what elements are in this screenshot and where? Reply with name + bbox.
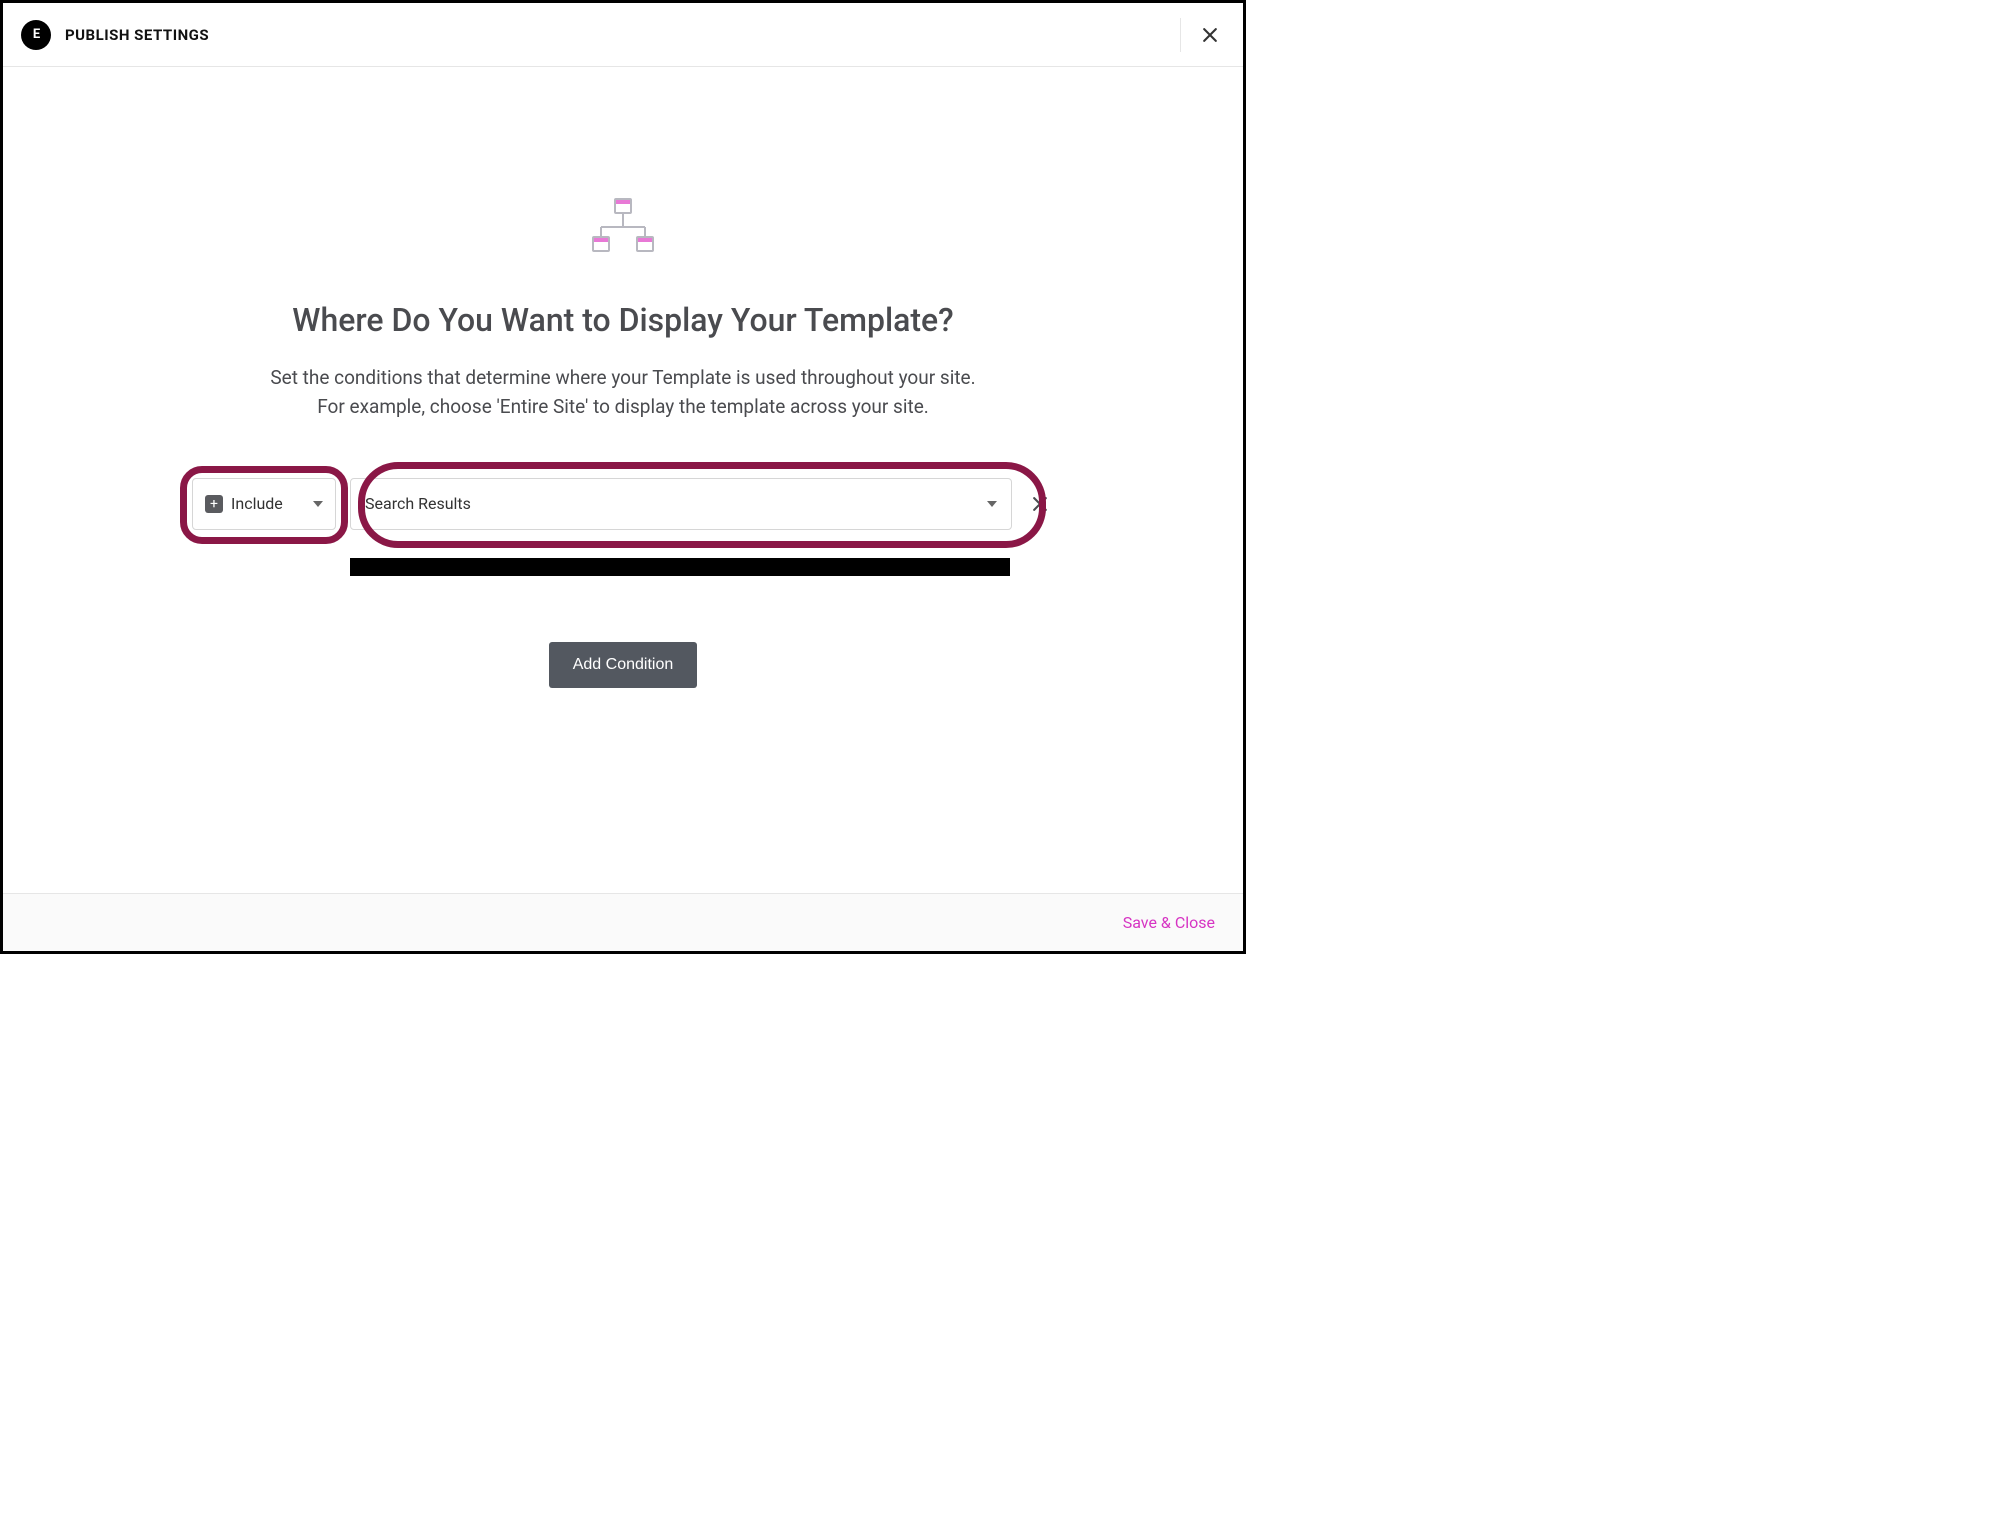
save-and-close-button[interactable]: Save & Close bbox=[1123, 913, 1215, 932]
conditions-heading: Where Do You Want to Display Your Templa… bbox=[292, 301, 953, 339]
modal-header: E PUBLISH SETTINGS bbox=[3, 3, 1243, 67]
caret-down-icon bbox=[313, 501, 323, 507]
logo-text: E bbox=[33, 27, 39, 42]
include-label: Include bbox=[231, 494, 283, 513]
plus-icon: + bbox=[205, 495, 223, 513]
description-line-2: For example, choose 'Entire Site' to dis… bbox=[317, 395, 929, 418]
modal-footer: Save & Close bbox=[3, 893, 1243, 951]
description-line-1: Set the conditions that determine where … bbox=[270, 366, 975, 389]
add-condition-button[interactable]: Add Condition bbox=[549, 642, 698, 688]
conditions-description: Set the conditions that determine where … bbox=[270, 363, 975, 422]
remove-icon bbox=[1030, 494, 1050, 514]
condition-row: + Include Search Results bbox=[192, 478, 1054, 530]
modal-body: Where Do You Want to Display Your Templa… bbox=[3, 67, 1243, 688]
elementor-logo: E bbox=[21, 20, 51, 50]
location-value: Search Results bbox=[365, 494, 471, 513]
header-divider bbox=[1180, 18, 1181, 52]
caret-down-icon bbox=[987, 501, 997, 507]
close-icon bbox=[1200, 25, 1220, 45]
condition-location-select[interactable]: Search Results bbox=[350, 478, 1012, 530]
sitemap-icon bbox=[591, 197, 655, 261]
close-button[interactable] bbox=[1195, 20, 1225, 50]
redacted-bar bbox=[350, 558, 1010, 576]
include-exclude-select[interactable]: + Include bbox=[192, 478, 336, 530]
modal-title: PUBLISH SETTINGS bbox=[65, 26, 209, 44]
publish-settings-modal: E PUBLISH SETTINGS Where Do You Want bbox=[0, 0, 1246, 954]
remove-condition-button[interactable] bbox=[1026, 490, 1054, 518]
